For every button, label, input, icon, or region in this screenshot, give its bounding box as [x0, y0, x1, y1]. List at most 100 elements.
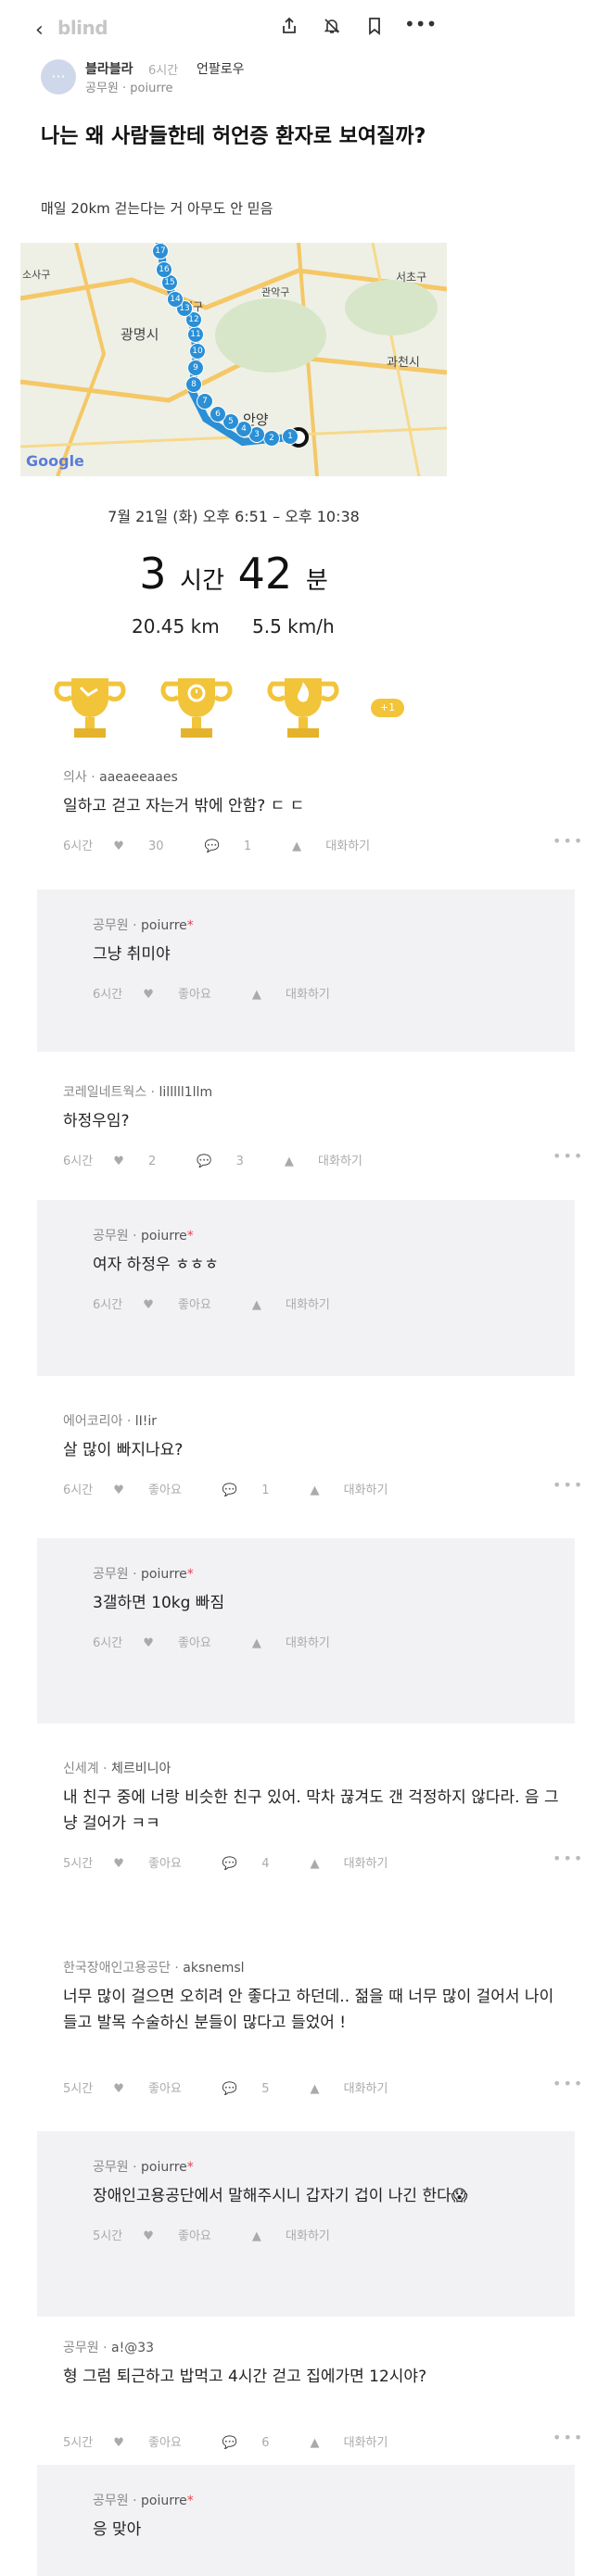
reply-count-button[interactable]: 💬 6 [222, 2436, 290, 2450]
speech-bubble-icon: 💬 [222, 1484, 242, 1497]
like-count: 좋아요 [178, 1636, 211, 1650]
comment-author[interactable]: 신세계 · 체르비니아 [63, 1759, 171, 1777]
like-button[interactable]: ♥ 좋아요 [113, 2436, 202, 2450]
workout-card: 7월 21일 (화) 오후 6:51 – 오후 10:38 3 시간 42 분 … [20, 476, 447, 745]
reply-count-button[interactable]: 💬 1 [205, 840, 273, 853]
chat-button[interactable]: ▲ 대화하기 [311, 2082, 409, 2096]
send-icon: ▲ [292, 840, 306, 853]
workout-speed: 5.5 km/h [252, 615, 335, 638]
google-logo: Google [26, 452, 84, 470]
comment-author[interactable]: 공무원 · poiurre* [93, 1226, 194, 1244]
reply-comment: 공무원 · poiurre* 장애인고용공단에서 말해주시니 갑자기 겁이 나긴 … [37, 2131, 575, 2317]
comment-footer: 5시간 ♥ 좋아요 💬 5 ▲ 대화하기 [63, 2078, 428, 2096]
like-count: 좋아요 [148, 1484, 182, 1497]
comment-company: 공무원 [93, 2160, 129, 2175]
comment-footer: 6시간 ♥ 좋아요 💬 1 ▲ 대화하기 [63, 1480, 428, 1497]
like-count: 좋아요 [148, 1857, 182, 1871]
comment-footer: 5시간 ♥ 좋아요 💬 4 ▲ 대화하기 [63, 1853, 428, 1871]
comment-author[interactable]: 코레일네트웍스 · lilllll1llm [63, 1082, 212, 1101]
more-icon[interactable]: ••• [553, 832, 584, 850]
chat-button[interactable]: ▲ 대화하기 [285, 1155, 383, 1168]
comment: 코레일네트웍스 · lilllll1llm 하정우임? 6시간 ♥ 2 💬 3 ▲ 대화하… [0, 1066, 610, 1200]
chat-label: 대화하기 [286, 1298, 330, 1312]
chevron-left-icon[interactable]: ‹ [35, 19, 44, 42]
like-count: 2 [148, 1155, 157, 1168]
bookmark-icon[interactable] [363, 17, 386, 40]
reply-count-button[interactable]: 💬 3 [197, 1155, 264, 1168]
heart-icon: ♥ [113, 1484, 128, 1497]
more-icon[interactable]: ••• [553, 2075, 584, 2092]
speech-bubble-icon: 💬 [222, 2082, 242, 2096]
comment: 에어코리아 · lI!ir 살 많이 빠지나요? 6시간 ♥ 좋아요 💬 1 ▲ 대화하기… [0, 1395, 610, 1534]
like-button[interactable]: ♥ 좋아요 [113, 1484, 202, 1497]
chat-button[interactable]: ▲ 대화하기 [252, 1636, 350, 1650]
more-icon[interactable]: ••• [553, 1850, 584, 1867]
chat-label: 대화하기 [286, 1636, 330, 1650]
share-icon[interactable] [278, 17, 300, 40]
comment-user: lilllll1llm [159, 1085, 213, 1100]
chat-button[interactable]: ▲ 대화하기 [311, 1857, 409, 1871]
comment-author[interactable]: 공무원 · poiurre* [93, 2491, 194, 2509]
bell-off-icon[interactable] [321, 17, 343, 40]
more-icon[interactable]: ••• [404, 13, 437, 35]
route-marker: 11 [187, 326, 204, 343]
chat-button[interactable]: ▲ 대화하기 [292, 840, 390, 853]
more-icon[interactable]: ••• [553, 1147, 584, 1165]
comment-author[interactable]: 공무원 · poiurre* [93, 1564, 194, 1583]
more-icon[interactable]: ••• [553, 1476, 584, 1494]
comment-company: 에어코리아 [63, 1414, 123, 1429]
like-button[interactable]: ♥ 좋아요 [113, 2082, 202, 2096]
send-icon: ▲ [251, 2229, 266, 2243]
more-icon[interactable]: ••• [553, 2429, 584, 2446]
send-icon: ▲ [310, 2082, 324, 2096]
duration-hours: 3 [139, 549, 167, 599]
comment-user: aksnemsl [183, 1961, 245, 1976]
chat-button[interactable]: ▲ 대화하기 [252, 2229, 350, 2243]
chat-button[interactable]: ▲ 대화하기 [311, 2436, 409, 2450]
comment-author[interactable]: 한국장애인고용공단 · aksnemsl [63, 1958, 245, 1976]
comment-author[interactable]: 에어코리아 · lI!ir [63, 1411, 157, 1430]
comment-author[interactable]: 공무원 · poiurre* [93, 2157, 194, 2176]
like-button[interactable]: ♥ 좋아요 [143, 1298, 232, 1312]
chat-button[interactable]: ▲ 대화하기 [252, 1298, 350, 1312]
comment-text: 그냥 취미야 [93, 945, 171, 964]
comment-user: poiurre [141, 1567, 187, 1582]
reply-count-button[interactable]: 💬 1 [222, 1484, 290, 1497]
unfollow-button[interactable]: 언팔로우 [197, 59, 245, 78]
chat-label: 대화하기 [318, 1155, 362, 1168]
comment-company: 공무원 [93, 918, 129, 933]
comment-time: 6시간 [63, 1484, 94, 1497]
like-button[interactable]: ♥ 30 [113, 840, 184, 853]
reply-count-button[interactable]: 💬 4 [222, 1857, 290, 1871]
author-star-icon: * [186, 1567, 194, 1582]
reply-count-button[interactable]: 💬 5 [222, 2082, 290, 2096]
like-button[interactable]: ♥ 좋아요 [113, 1857, 202, 1871]
comment-user: poiurre [141, 2160, 187, 2175]
send-icon: ▲ [310, 1857, 324, 1871]
chat-button[interactable]: ▲ 대화하기 [252, 988, 350, 1002]
chat-button[interactable]: ▲ 대화하기 [311, 1484, 409, 1497]
route-marker: 14 [167, 291, 184, 308]
like-button[interactable]: ♥ 좋아요 [143, 1636, 232, 1650]
like-button[interactable]: ♥ 2 [113, 1155, 176, 1168]
channel-name[interactable]: 블라블라 [85, 59, 133, 78]
route-marker: 8 [185, 376, 202, 393]
post-body: 매일 20km 걷는다는 거 아무도 안 믿음 [41, 200, 273, 217]
comment-company: 공무원 [93, 1567, 129, 1582]
extra-badge[interactable]: +1 [371, 699, 404, 717]
trophy-route-icon [54, 678, 126, 738]
comment-author[interactable]: 의사 · aaeaeeaaes [63, 767, 178, 786]
like-count: 좋아요 [178, 2229, 211, 2243]
like-button[interactable]: ♥ 좋아요 [143, 2229, 232, 2243]
channel-avatar[interactable]: ··· [41, 59, 76, 95]
duration-minutes-unit: 분 [305, 567, 328, 595]
like-button[interactable]: ♥ 좋아요 [143, 988, 232, 1002]
comment-user: aaeaeeaaes [99, 770, 178, 785]
comment-author[interactable]: 공무원 · a!@33 [63, 2338, 154, 2356]
chat-label: 대화하기 [286, 988, 330, 1002]
comment-author[interactable]: 공무원 · poiurre* [93, 915, 194, 934]
comment-company: 코레일네트웍스 [63, 1085, 147, 1100]
comment-footer: 6시간 ♥ 좋아요 ▲ 대화하기 [93, 1633, 371, 1650]
comment-text: 3갤하면 10kg 빠짐 [93, 1594, 225, 1612]
route-marker: 7 [197, 393, 213, 410]
